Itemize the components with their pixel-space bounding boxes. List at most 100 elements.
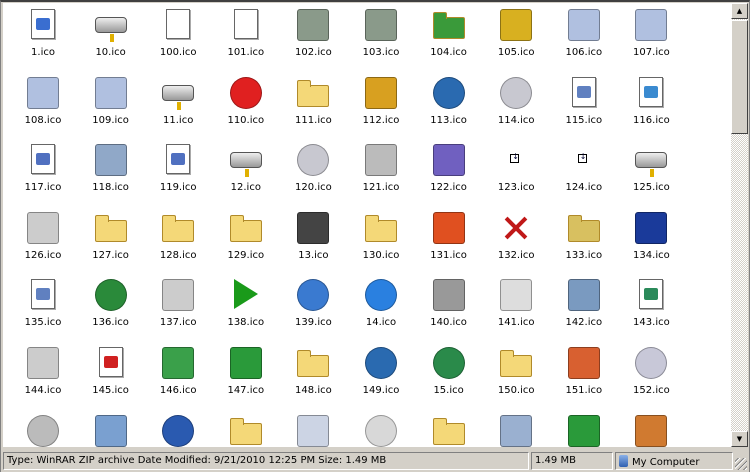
file-item-label: 107.ico xyxy=(633,47,670,58)
file-item[interactable]: 126.ico xyxy=(9,211,77,272)
file-item[interactable]: 100.ico xyxy=(144,9,212,69)
folder-open-icon xyxy=(94,214,127,242)
file-item[interactable] xyxy=(482,414,550,447)
file-item[interactable]: 12.ico xyxy=(212,144,280,204)
file-item[interactable]: 121.ico xyxy=(347,144,415,204)
file-list-view[interactable]: 1.ico 10.ico 100.ico 101.ico 102.ico 103.ico 1… xyxy=(3,3,731,447)
file-item-label: 118.ico xyxy=(92,182,129,194)
clock-green-round-icon xyxy=(365,414,397,447)
file-item[interactable]: 106.ico xyxy=(550,9,618,69)
file-item[interactable]: 103.ico xyxy=(347,9,415,69)
file-item[interactable]: 129.ico xyxy=(212,212,280,272)
file-item[interactable]: 11.ico xyxy=(144,77,212,137)
file-item[interactable]: 101.ico xyxy=(212,9,280,69)
file-item[interactable]: 136.ico xyxy=(77,279,145,339)
file-item[interactable]: 149.ico xyxy=(347,347,415,407)
file-item[interactable]: 15.ico xyxy=(415,347,483,407)
file-item[interactable]: 128.ico xyxy=(144,212,212,272)
file-item[interactable]: 145.ico xyxy=(77,347,145,407)
file-item-label: 109.ico xyxy=(92,114,129,126)
file-item[interactable]: 143.ico xyxy=(617,279,685,339)
file-item[interactable]: 130.ico xyxy=(347,212,415,272)
file-item[interactable]: 114.ico xyxy=(482,76,550,137)
file-item[interactable]: 144.ico xyxy=(9,347,77,407)
file-item[interactable] xyxy=(550,414,618,447)
file-item[interactable]: 119.ico xyxy=(144,144,212,204)
file-item-label: 131.ico xyxy=(430,249,467,261)
folder-checked-icon xyxy=(297,79,330,107)
file-item[interactable]: 122.ico xyxy=(415,144,483,204)
app-window-doc-icon xyxy=(31,9,55,39)
scroll-down-button[interactable]: ▼ xyxy=(731,431,748,447)
file-item[interactable]: 105.ico xyxy=(482,9,550,69)
file-item[interactable]: 120.ico xyxy=(279,144,347,204)
file-item[interactable] xyxy=(279,414,347,447)
chip-icon xyxy=(297,211,330,244)
file-item[interactable]: 133.ico xyxy=(550,212,618,272)
camera-icon xyxy=(432,279,465,312)
file-item[interactable]: 13.ico xyxy=(279,211,347,272)
file-item[interactable]: 115.ico xyxy=(550,76,618,137)
scroll-up-button[interactable]: ▲ xyxy=(731,3,748,19)
file-item[interactable]: 123.ico xyxy=(482,144,550,204)
file-item[interactable]: 118.ico xyxy=(77,144,145,204)
file-item[interactable]: 116.ico xyxy=(617,76,685,137)
file-item[interactable]: 111.ico xyxy=(279,77,347,137)
internet-explorer-round-icon xyxy=(365,279,397,312)
file-item[interactable]: 107.ico xyxy=(617,9,685,69)
file-item[interactable]: 10.ico xyxy=(77,9,145,69)
file-item[interactable]: 134.ico xyxy=(617,211,685,272)
file-item[interactable] xyxy=(212,415,280,447)
file-item[interactable]: 150.ico xyxy=(482,347,550,407)
file-item[interactable] xyxy=(77,414,145,447)
file-item[interactable]: 125.ico xyxy=(617,144,685,204)
file-item-label: 1.ico xyxy=(31,47,55,58)
file-item[interactable]: 117.ico xyxy=(9,144,77,204)
file-item[interactable]: 131.ico xyxy=(415,211,483,272)
file-item[interactable]: 151.ico xyxy=(550,347,618,407)
file-item[interactable] xyxy=(617,414,685,447)
file-item-label: 105.ico xyxy=(497,47,535,58)
file-item[interactable]: 109.ico xyxy=(77,76,145,137)
file-item-label: 140.ico xyxy=(430,317,467,329)
file-item[interactable]: 124.ico xyxy=(550,144,618,204)
file-item[interactable] xyxy=(347,414,415,447)
file-item[interactable]: 147.ico xyxy=(212,347,280,407)
resize-grip[interactable] xyxy=(735,458,747,470)
file-item[interactable]: 112.ico xyxy=(347,76,415,137)
file-item-label: 147.ico xyxy=(227,385,265,396)
file-item[interactable]: 102.ico xyxy=(279,9,347,69)
file-item[interactable]: 113.ico xyxy=(415,76,483,137)
file-item[interactable] xyxy=(144,414,212,447)
file-item-label: 117.ico xyxy=(24,182,62,194)
file-item[interactable]: 108.ico xyxy=(9,76,77,137)
printer-picture-icon xyxy=(27,347,59,379)
file-item[interactable]: 139.ico xyxy=(279,279,347,339)
file-item[interactable]: 146.ico xyxy=(144,347,212,407)
file-item-label: 111.ico xyxy=(295,114,332,126)
file-item[interactable]: 152.ico xyxy=(617,347,685,407)
file-item[interactable]: 138.ico xyxy=(212,279,280,339)
file-item[interactable]: 14.ico xyxy=(347,279,415,339)
file-item[interactable]: 104.ico xyxy=(415,9,483,69)
file-item[interactable]: 141.ico xyxy=(482,279,550,339)
file-item[interactable]: 132.ico xyxy=(482,212,550,272)
vertical-scrollbar[interactable]: ▲ ▼ xyxy=(731,3,748,447)
home-network-icon xyxy=(567,347,600,379)
file-item[interactable]: 140.ico xyxy=(415,279,483,339)
file-item-label: 135.ico xyxy=(24,317,62,329)
file-item[interactable] xyxy=(415,415,483,447)
file-item[interactable]: 1.ico xyxy=(9,9,77,69)
x-icon xyxy=(500,212,532,244)
printer-error-icon xyxy=(27,211,59,244)
file-item[interactable] xyxy=(9,414,77,447)
file-item[interactable]: 127.ico xyxy=(77,212,145,272)
file-item[interactable]: 148.ico xyxy=(279,347,347,407)
scroll-thumb[interactable] xyxy=(731,20,748,134)
folder-green-arrow-icon xyxy=(229,417,262,445)
file-item[interactable]: 137.ico xyxy=(144,279,212,339)
file-item[interactable]: 142.ico xyxy=(550,279,618,339)
file-item[interactable]: 135.ico xyxy=(9,279,77,339)
file-item[interactable]: 110.ico xyxy=(212,76,280,137)
file-item-label: 123.ico xyxy=(497,182,535,194)
